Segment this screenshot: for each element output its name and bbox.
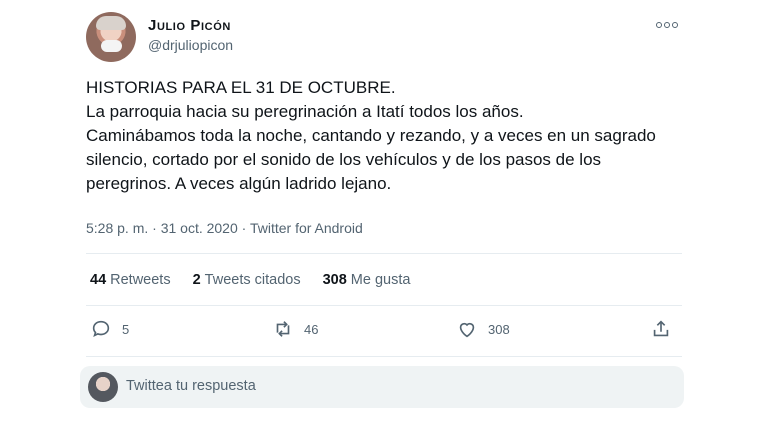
author-avatar[interactable]: [86, 12, 136, 62]
viewer-avatar: [88, 372, 118, 402]
quotes-stat[interactable]: 2 Tweets citados: [193, 272, 301, 288]
author-handle[interactable]: @drjuliopicon: [148, 37, 233, 53]
dot: [664, 22, 670, 28]
share-icon: [653, 320, 669, 337]
tweet-text: HISTORIAS PARA EL 31 DE OCTUBRE. La parr…: [86, 78, 656, 193]
author-display-name[interactable]: Julio Picón: [148, 17, 233, 34]
heart-icon: [459, 322, 475, 338]
retweets-count: 44: [90, 272, 107, 288]
retweets-stat[interactable]: 44 Retweets: [90, 272, 171, 288]
reply-button[interactable]: 5: [90, 318, 129, 340]
reply-count: 5: [122, 321, 130, 337]
likes-count: 308: [322, 272, 347, 288]
like-count: 308: [488, 321, 510, 337]
divider: [86, 356, 682, 357]
divider: [86, 305, 682, 306]
author-info[interactable]: Julio Picón @drjuliopicon: [148, 17, 233, 53]
dot: [656, 22, 662, 28]
more-horizontal-icon[interactable]: [656, 18, 678, 32]
quotes-label: Tweets citados: [204, 272, 301, 288]
reply-composer[interactable]: Twittea tu respuesta: [80, 366, 684, 408]
retweets-label: Retweets: [110, 272, 171, 288]
tweet-meta[interactable]: 5:28 p. m. · 31 oct. 2020 · Twitter for …: [86, 220, 363, 236]
share-button[interactable]: [650, 318, 672, 340]
avatar-hair: [96, 16, 126, 30]
tweet-actions: 5 46 308: [90, 318, 680, 344]
tweet-stats: 44 Retweets 2 Tweets citados 308 Me gusta: [90, 272, 410, 288]
avatar-mask: [101, 40, 122, 52]
dot: [672, 22, 678, 28]
retweet-button[interactable]: 46: [272, 318, 318, 340]
tweet-card: Julio Picón @drjuliopicon HISTORIAS PARA…: [68, 0, 700, 432]
divider: [86, 253, 682, 254]
like-button[interactable]: 308: [456, 318, 510, 340]
likes-stat[interactable]: 308 Me gusta: [323, 272, 411, 288]
reply-input-placeholder[interactable]: Twittea tu respuesta: [126, 378, 256, 394]
quotes-count: 2: [192, 272, 201, 288]
retweet-icon: [276, 321, 290, 337]
retweet-count: 46: [304, 321, 319, 337]
likes-label: Me gusta: [350, 272, 411, 288]
reply-icon: [92, 320, 110, 337]
